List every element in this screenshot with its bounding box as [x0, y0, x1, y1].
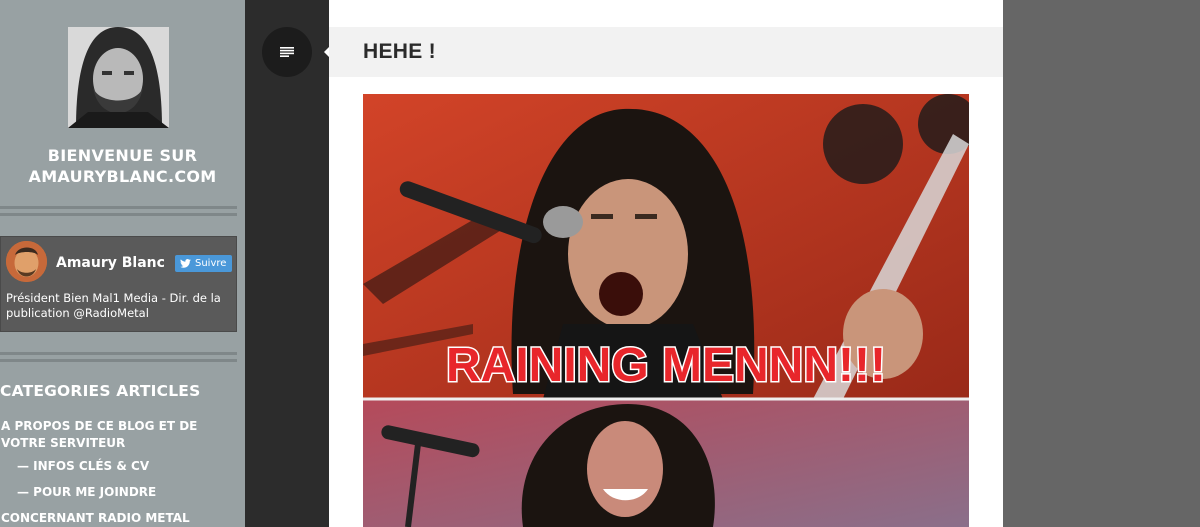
- category-link[interactable]: A PROPOS DE CE BLOG ET DE VOTRE SERVITEU…: [1, 418, 241, 452]
- divider: [0, 206, 237, 216]
- twitter-avatar[interactable]: [6, 241, 47, 282]
- main-content: HEHE ! RAINING MENNN!!!: [329, 0, 1003, 527]
- right-gutter: [1003, 0, 1200, 527]
- twitter-name[interactable]: Amaury Blanc: [56, 255, 165, 271]
- post-title[interactable]: HEHE !: [363, 40, 436, 64]
- menu-lines-icon: [280, 47, 294, 57]
- post-image[interactable]: RAINING MENNN!!!: [363, 94, 969, 527]
- meme-caption: RAINING MENNN!!!: [446, 339, 886, 392]
- post-header: HEHE !: [329, 27, 1003, 77]
- twitter-bio: Président Bien Mal1 Media - Dir. de la p…: [6, 291, 221, 320]
- categories-heading: CATEGORIES ARTICLES: [0, 382, 201, 400]
- category-link[interactable]: CONCERNANT RADIO METAL: [1, 510, 190, 527]
- twitter-follow-button[interactable]: Suivre: [175, 255, 233, 272]
- site-avatar[interactable]: [68, 27, 169, 128]
- category-link[interactable]: — POUR ME JOINDRE: [17, 484, 156, 501]
- site-title[interactable]: BIENVENUE SUR AMAURYBLANC.COM: [0, 145, 245, 187]
- sidebar: BIENVENUE SUR AMAURYBLANC.COM Amaury Bla…: [0, 0, 245, 527]
- category-link[interactable]: — INFOS CLÉS & CV: [17, 458, 149, 475]
- divider: [0, 352, 237, 362]
- menu-button[interactable]: [262, 27, 312, 77]
- follow-label: Suivre: [195, 258, 227, 269]
- twitter-bird-icon: [180, 259, 191, 268]
- twitter-profile-card: Amaury Blanc Suivre Président Bien Mal1 …: [0, 236, 237, 332]
- post-rail: [245, 0, 329, 527]
